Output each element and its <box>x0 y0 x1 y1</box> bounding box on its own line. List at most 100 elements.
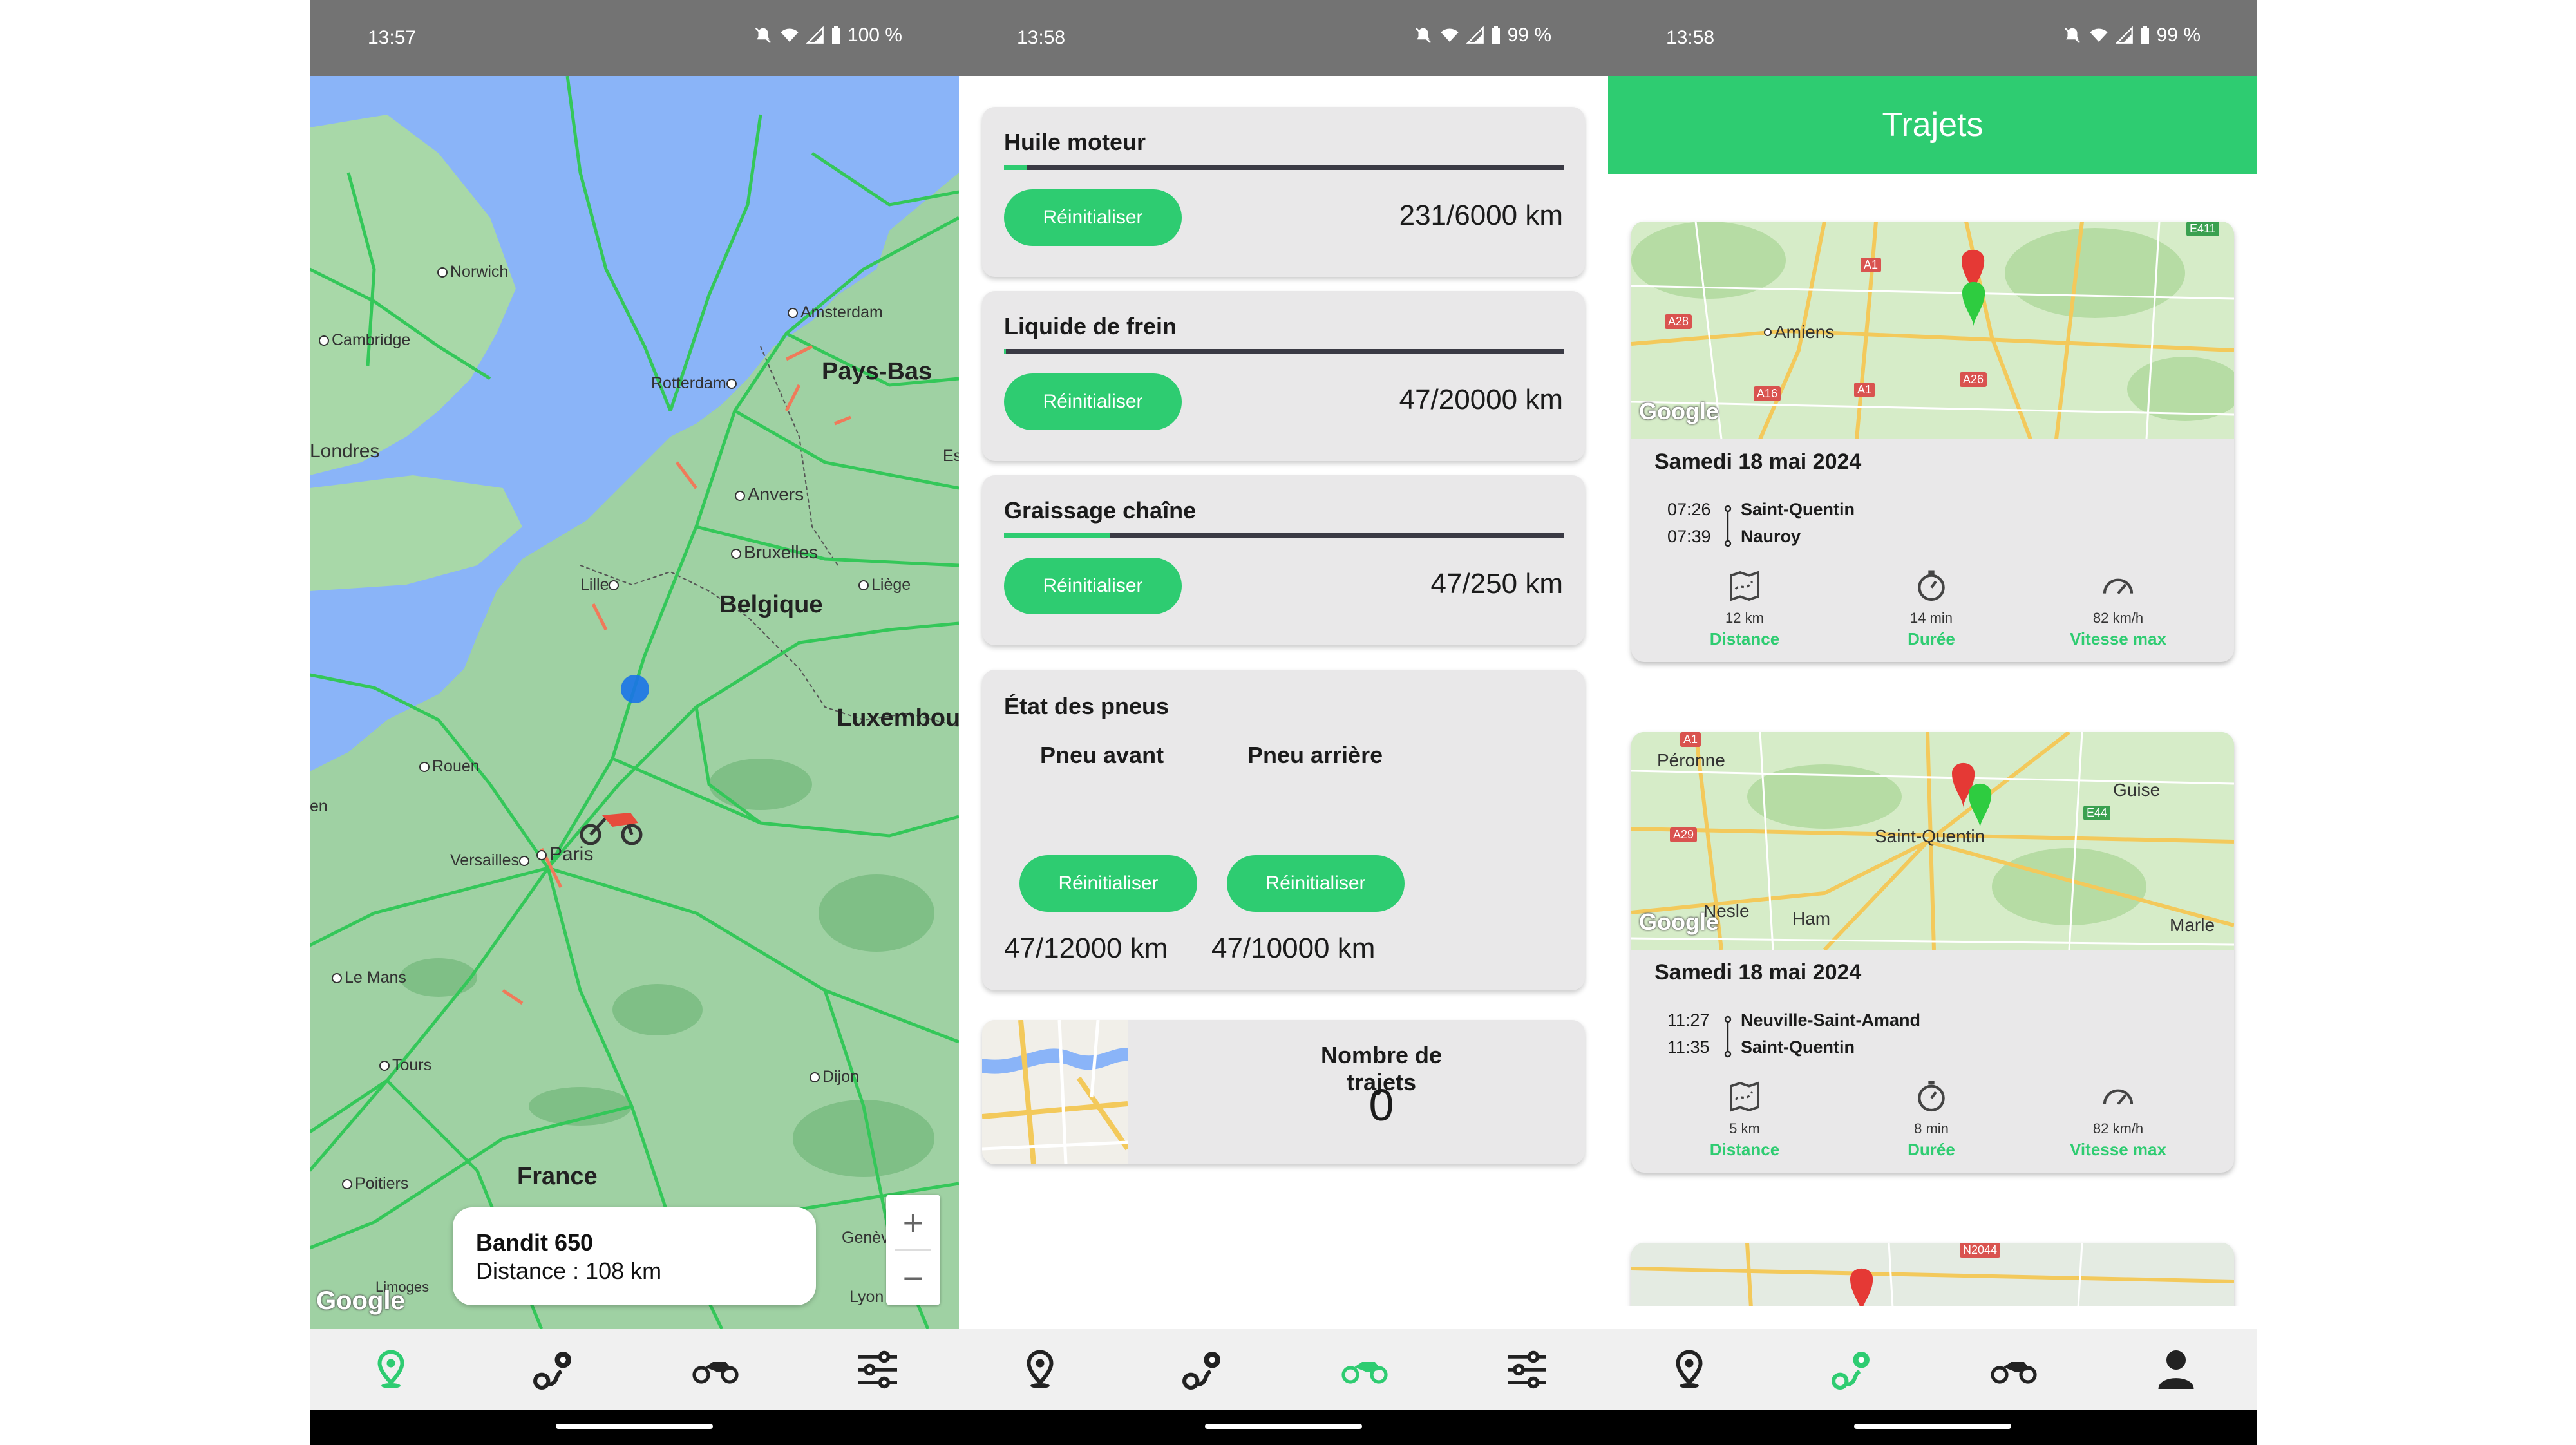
google-logo: Google <box>1639 398 1719 424</box>
nav-motorcycle-tab[interactable] <box>1933 1329 2095 1410</box>
trip-duration-label: Durée <box>1908 629 1955 648</box>
map-label-lyon: Lyon <box>849 1288 884 1306</box>
trip-end-time: 07:39 <box>1667 527 1711 546</box>
battery-level: 100 % <box>847 24 902 46</box>
map-label-lille: Lille <box>580 576 621 594</box>
signal-icon <box>2115 26 2133 44</box>
settings-sliders-icon <box>1508 1350 1546 1389</box>
trip-map[interactable]: Péronne Guise Saint-Quentin Nesle Ham Ma… <box>1631 732 2234 950</box>
rear-tyre-value: 47/10000 km <box>1211 932 1376 964</box>
trip-end-place: Nauroy <box>1741 527 1801 546</box>
map-road-label: A16 <box>1754 386 1781 401</box>
map-label-norwich: Norwich <box>437 263 508 281</box>
trip-duration-stat: 8 min Durée <box>1867 1079 1996 1160</box>
trip-end-time: 11:35 <box>1667 1037 1710 1057</box>
trip-distance-label: Distance <box>1709 629 1780 648</box>
battery-level: 99 % <box>2156 24 2201 46</box>
map-label-liege: Liège <box>858 576 911 594</box>
nav-map-tab[interactable] <box>1608 1329 1770 1410</box>
nav-trips-tab[interactable] <box>1770 1329 1933 1410</box>
map-label-es: Es <box>943 447 959 465</box>
profile-icon <box>2158 1350 2194 1389</box>
map-label-amsterdam: Amsterdam <box>788 303 883 322</box>
trip-speed-value: 82 km/h <box>2092 1120 2144 1137</box>
nav-settings-tab[interactable] <box>797 1329 959 1410</box>
vehicle-name: Bandit 650 <box>476 1229 594 1256</box>
route-connector-icon <box>1724 505 1732 547</box>
maintenance-value: 47/250 km <box>1430 568 1563 600</box>
vehicle-distance: Distance : 108 km <box>476 1258 662 1284</box>
zoom-out-button[interactable]: − <box>886 1250 940 1305</box>
status-time: 13:58 <box>1666 27 1715 48</box>
trips-screen: 13:58 99 % Trajets Amiens A1 A28 A16 A1 … <box>1608 0 2257 1445</box>
nav-trips-tab[interactable] <box>1121 1329 1283 1410</box>
battery-icon <box>2141 26 2149 44</box>
map-distance-icon <box>1730 1081 1759 1112</box>
route-connector-icon <box>1724 1015 1732 1058</box>
maintenance-screen: 13:58 99 % Huile moteur Réinitialiser 23… <box>959 0 1608 1445</box>
nav-trips-tab[interactable] <box>472 1329 634 1410</box>
reset-front-tyre-button[interactable]: Réinitialiser <box>1019 855 1197 912</box>
mute-icon <box>2064 27 2080 44</box>
home-gesture-pill[interactable] <box>1854 1424 2011 1429</box>
stopwatch-icon <box>1918 570 1945 601</box>
motorcycle-icon <box>1341 1362 1388 1384</box>
trip-count-card[interactable]: Nombre de trajets 0 <box>982 1020 1585 1164</box>
nav-map-tab[interactable] <box>959 1329 1121 1410</box>
map-label-paris: Paris <box>536 844 593 865</box>
reset-rear-tyre-button[interactable]: Réinitialiser <box>1227 855 1405 912</box>
trip-duration-label: Durée <box>1908 1140 1955 1159</box>
map-road-label: A1 <box>1854 382 1875 397</box>
bottom-navigation <box>310 1329 959 1410</box>
trip-speed-label: Vitesse max <box>2070 629 2166 648</box>
trip-speed-value: 82 km/h <box>2092 610 2144 626</box>
map-label-londres: Londres <box>310 440 380 462</box>
trip-card[interactable]: N2044 <box>1631 1243 2234 1306</box>
home-gesture-pill[interactable] <box>1205 1424 1362 1429</box>
trip-duration-stat: 14 min Durée <box>1867 568 1996 649</box>
map-label-le-mans: Le Mans <box>332 968 406 987</box>
trip-duration-value: 8 min <box>1914 1120 1949 1137</box>
trip-map[interactable]: N2044 <box>1631 1243 2234 1306</box>
trip-end-place: Saint-Quentin <box>1741 1037 1855 1057</box>
trip-map[interactable]: Amiens A1 A28 A16 A1 A26 E411 Google <box>1631 222 2234 439</box>
map-label-poitiers: Poitiers <box>342 1175 408 1193</box>
map-label-city: Péronne <box>1657 750 1725 770</box>
maintenance-progress <box>1004 165 1564 170</box>
zoom-in-button[interactable]: + <box>886 1195 940 1250</box>
system-navigation-bar <box>959 1410 1608 1445</box>
nav-motorcycle-tab[interactable] <box>634 1329 797 1410</box>
maintenance-card-oil: Huile moteur Réinitialiser 231/6000 km <box>982 107 1585 277</box>
map-pin-icon <box>377 1350 404 1388</box>
system-navigation-bar <box>310 1410 959 1445</box>
reset-button[interactable]: Réinitialiser <box>1004 189 1182 246</box>
trip-count-value: 0 <box>1368 1080 1394 1130</box>
nav-settings-tab[interactable] <box>1446 1329 1608 1410</box>
trip-speed-stat: 82 km/h Vitesse max <box>2054 568 2183 649</box>
trip-speed-label: Vitesse max <box>2070 1140 2166 1159</box>
map-road-label: N2044 <box>1960 1243 2001 1258</box>
nav-profile-tab[interactable] <box>2095 1329 2257 1410</box>
reset-button[interactable]: Réinitialiser <box>1004 373 1182 430</box>
vehicle-info-card[interactable]: Bandit 650 Distance : 108 km <box>453 1207 816 1305</box>
map-pin-icon <box>1676 1350 1703 1388</box>
trip-date: Samedi 18 mai 2024 <box>1654 449 1862 474</box>
mute-icon <box>1415 27 1431 44</box>
trip-card[interactable]: Amiens A1 A28 A16 A1 A26 E411 Google Sam… <box>1631 222 2234 662</box>
map-distance-icon <box>1730 571 1759 601</box>
motorcycle-icon <box>1991 1362 2037 1384</box>
system-navigation-bar <box>1608 1410 2257 1445</box>
map-road-label: A1 <box>1861 258 1882 272</box>
map-view[interactable]: Norwich Amsterdam Cambridge Rotterdam Pa… <box>310 76 959 1329</box>
trip-card[interactable]: Péronne Guise Saint-Quentin Nesle Ham Ma… <box>1631 732 2234 1173</box>
reset-button[interactable]: Réinitialiser <box>1004 558 1182 614</box>
home-gesture-pill[interactable] <box>556 1424 713 1429</box>
google-logo: Google <box>316 1287 405 1315</box>
nav-map-tab[interactable] <box>310 1329 472 1410</box>
map-label-rouen: Rouen <box>419 757 480 776</box>
nav-motorcycle-tab[interactable] <box>1283 1329 1446 1410</box>
trip-speed-stat: 82 km/h Vitesse max <box>2054 1079 2183 1160</box>
maintenance-progress <box>1004 349 1564 354</box>
route-icon <box>1832 1352 1870 1390</box>
trip-distance-label: Distance <box>1709 1140 1780 1159</box>
